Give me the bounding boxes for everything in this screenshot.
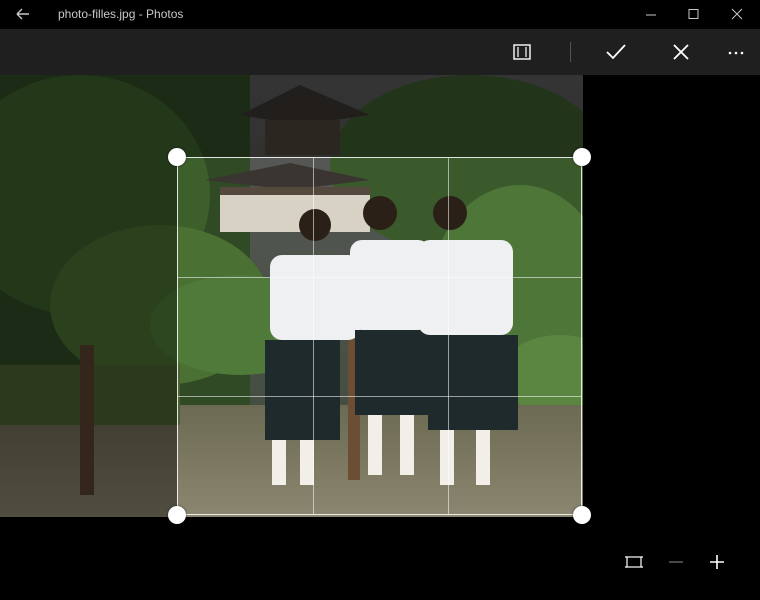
crop-handle-top-left[interactable] (168, 148, 186, 166)
minimize-icon (646, 14, 656, 16)
more-button[interactable] (721, 37, 753, 67)
aspect-ratio-icon (513, 44, 531, 60)
fit-icon (625, 556, 643, 568)
title-bar: photo-filles.jpg - Photos (0, 0, 760, 29)
window-title: photo-filles.jpg - Photos (58, 7, 184, 21)
crop-handle-bottom-right[interactable] (573, 506, 591, 524)
cancel-button[interactable] (665, 37, 697, 67)
close-icon (673, 44, 689, 60)
maximize-button[interactable] (670, 0, 716, 29)
crop-rectangle[interactable] (177, 157, 582, 515)
crop-handle-bottom-left[interactable] (168, 506, 186, 524)
crop-grid-line (313, 158, 314, 514)
fit-button[interactable] (621, 549, 647, 575)
crop-grid-line (178, 396, 581, 397)
minimize-button[interactable] (628, 0, 674, 29)
close-window-button[interactable] (714, 0, 760, 29)
maximize-icon (688, 9, 699, 19)
toolbar-separator (570, 42, 571, 62)
zoom-out-icon (669, 561, 683, 563)
crop-handle-top-right[interactable] (573, 148, 591, 166)
back-button[interactable] (10, 4, 34, 24)
close-icon (731, 8, 743, 20)
crop-mask-top (0, 75, 583, 157)
crop-mask-left (0, 157, 177, 517)
crop-grid-line (448, 158, 449, 514)
crop-grid-line (178, 277, 581, 278)
zoom-in-icon (710, 555, 724, 569)
back-arrow-icon (16, 8, 29, 20)
checkmark-icon (606, 44, 626, 60)
done-button[interactable] (600, 37, 632, 67)
more-icon (728, 51, 744, 55)
zoom-in-button[interactable] (704, 549, 730, 575)
crop-toolbar (0, 29, 760, 75)
photo-stage (0, 75, 760, 600)
zoom-out-button[interactable] (663, 549, 689, 575)
aspect-ratio-button[interactable] (506, 37, 538, 67)
